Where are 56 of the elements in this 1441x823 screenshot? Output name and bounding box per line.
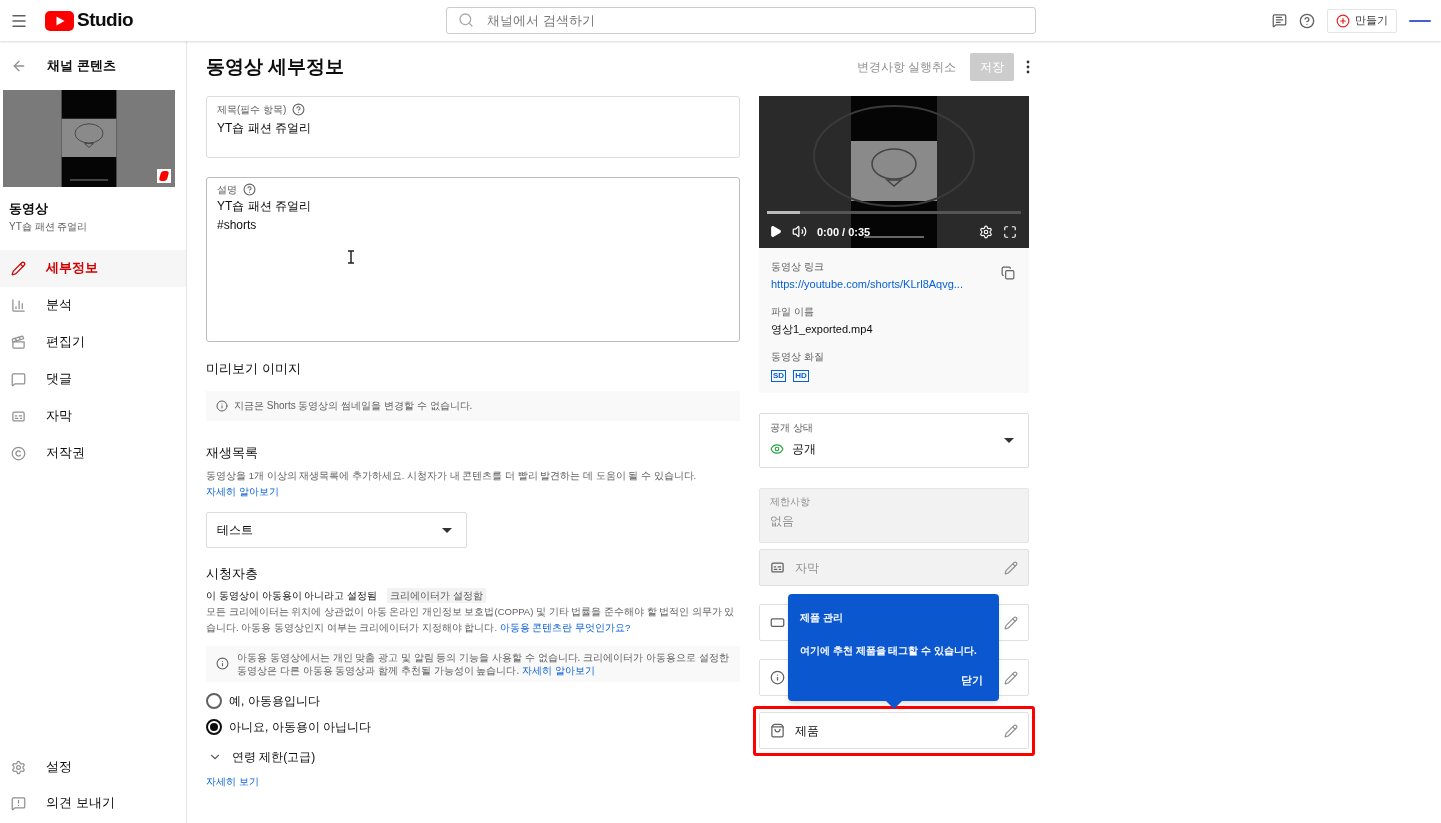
field-label: 동영상 화질 [771, 350, 825, 364]
audience-paragraph: 모든 크리에이터는 위치에 상관없이 아동 온라인 개인정보 보호법(COPPA) 및 기타 법률을 준수해야 할 법적인 의무가 있습니다. 아동용 동영상인지 여부는 크리에이터가 지정해야 합니다. 아동용 콘텐츠란 무엇인가요? [206, 604, 736, 635]
video-title: YT숍 패션 쥬얼리 [9, 219, 89, 234]
logo-text[interactable]: Studio [77, 6, 134, 35]
field-label: 제한사항 [770, 495, 811, 509]
time-display: 0:00 / 0:35 [817, 224, 871, 240]
show-more-link[interactable]: 자세히 보기 [206, 773, 740, 789]
sidebar-item[interactable]: 설정 [0, 749, 186, 785]
field-label: 설명 [217, 183, 237, 197]
quality-badge: HD [793, 370, 809, 382]
tooltip-text: 여기에 추천 제품을 태그할 수 있습니다. [800, 644, 978, 658]
sidebar-item[interactable]: 의견 보내기 [0, 785, 186, 821]
description-field[interactable]: 설명 YT숍 패션 쥬얼리 #shorts [206, 177, 740, 342]
create-button[interactable]: 만들기 [1327, 8, 1397, 33]
section-heading: 시청자층 [206, 565, 259, 583]
status-chip: 크리에이터가 설정함 [387, 587, 486, 603]
notice-text: 아동용 동영상에서는 개인 맞춤 광고 및 알림 등의 기능을 사용할 수 없습니다. 크리에이터가 아동용으로 설정한 동영상은 다른 아동용 동영상과 함께 추천될 가능성이 높습니다. 자세히 알아보기 [237, 650, 730, 677]
description-line: YT숍 패션 쥬얼리 [217, 198, 312, 215]
close-button[interactable]: 닫기 [961, 672, 983, 689]
sidebar-item[interactable]: 편집기 [0, 323, 186, 361]
back-link[interactable]: 채널 콘텐츠 [47, 56, 116, 76]
field-label: 공개 상태 [770, 421, 814, 435]
sidebar-item[interactable]: 분석 [0, 286, 186, 324]
playlist-dropdown[interactable]: 테스트 [206, 512, 467, 548]
audience-status: 이 동영상이 아동용이 아니라고 설정됨 [206, 588, 378, 603]
section-heading: 동영상 [9, 200, 49, 218]
page-title: 동영상 세부정보 [206, 54, 345, 79]
sidebar-item[interactable]: 저작권 [0, 434, 186, 472]
section-heading: 재생목록 [206, 443, 259, 462]
learn-more-link[interactable]: 자세히 알아보기 [206, 486, 279, 497]
age-restriction-toggle[interactable]: 연령 제한(고급) [208, 747, 740, 766]
visibility-dropdown[interactable]: 공개 상태 공개 [759, 413, 1029, 468]
kids-content-link[interactable]: 아동용 콘텐츠란 무엇인가요? [499, 621, 631, 633]
section-description: 동영상을 1개 이상의 재생목록에 추가하세요. 시청자가 내 콘텐츠를 더 빨리 발견하는 데 도움이 될 수 있습니다. 자세히 알아보기 [206, 469, 698, 499]
section-heading: 미리보기 이미지 [206, 360, 302, 378]
field-value: 없음 [770, 513, 795, 530]
tooltip-title: 제품 관리 [800, 611, 844, 625]
title-field[interactable]: 제목(필수 항목) YT숍 패션 쥬얼리 [206, 96, 740, 158]
field-value: YT숍 패션 쥬얼리 [217, 120, 312, 137]
video-link[interactable]: https://youtube.com/shorts/KLrl8Aqvg... [771, 276, 1017, 293]
search-field[interactable]: 채널에서 검색하기 [446, 7, 1037, 34]
field-label: 제목(필수 항목) [217, 103, 287, 117]
radio-option[interactable]: 아니요, 아동용이 아닙니다 [206, 713, 740, 740]
sidebar-item[interactable]: 세부정보 [0, 249, 186, 287]
quality-badge: SD [771, 370, 787, 382]
sidebar-item[interactable]: 자막 [0, 397, 186, 435]
field-label: 파일 이름 [771, 304, 815, 319]
sidebar-item[interactable]: 댓글 [0, 360, 186, 398]
field-label: 동영상 링크 [771, 260, 824, 274]
description-line: #shorts [217, 217, 258, 234]
radio-option[interactable]: 예, 아동용입니다 [206, 687, 740, 714]
field-value: 공개 [792, 441, 816, 458]
notice-text: 지금은 Shorts 동영상의 썸네일을 변경할 수 없습니다. [234, 399, 473, 413]
learn-more-link[interactable]: 자세히 알아보기 [522, 664, 595, 676]
file-name: 영상1_exported.mp4 [771, 321, 874, 337]
feature-row[interactable]: 제품 [759, 712, 1029, 749]
